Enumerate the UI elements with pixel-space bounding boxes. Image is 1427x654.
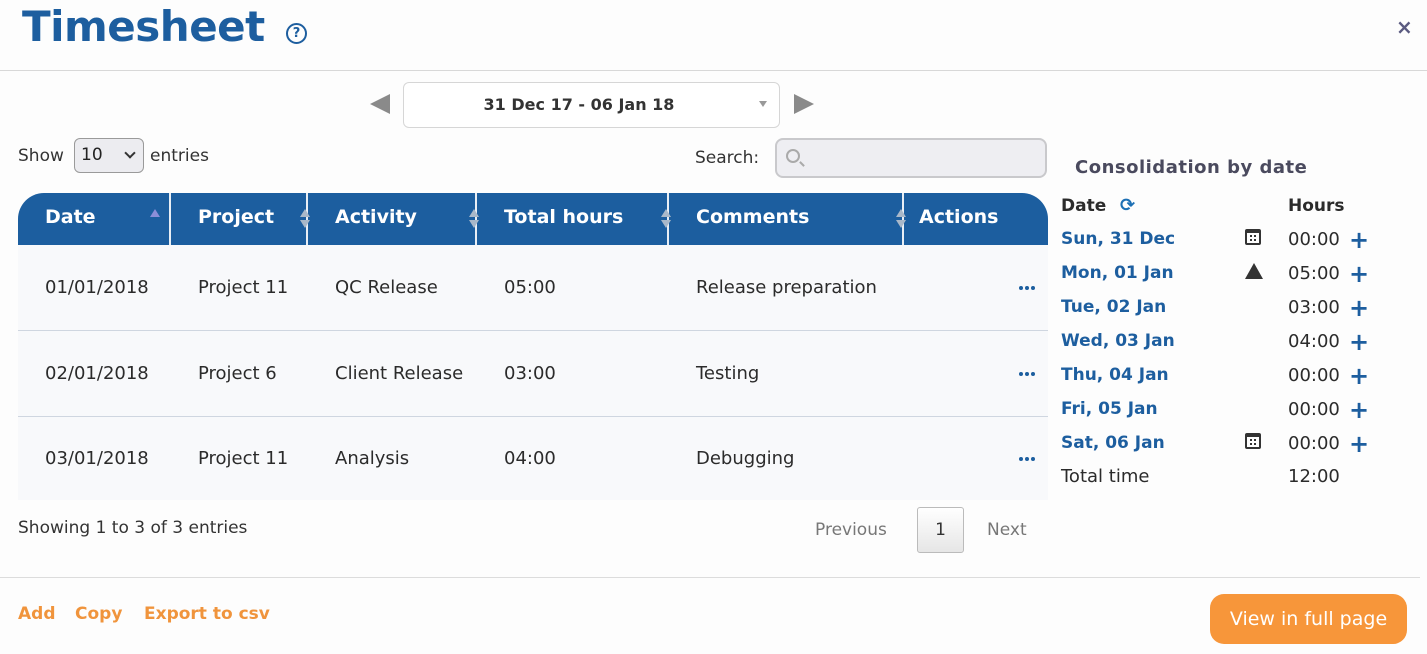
consolidation-row: Sat, 06 Jan 00:00 + bbox=[1061, 430, 1381, 467]
add-time-icon[interactable]: + bbox=[1349, 226, 1369, 254]
consolidation-hours: 00:00 bbox=[1288, 229, 1340, 250]
consolidation-hours: 03:00 bbox=[1288, 297, 1340, 318]
column-header-total-hours[interactable]: Total hours bbox=[477, 193, 671, 245]
previous-week-button[interactable] bbox=[370, 94, 390, 114]
cell-project: Project 6 bbox=[198, 363, 277, 384]
tree-icon bbox=[1245, 263, 1263, 279]
sort-ascending-icon bbox=[150, 209, 160, 217]
column-header-activity[interactable]: Activity bbox=[308, 193, 479, 245]
cell-hours: 05:00 bbox=[504, 277, 556, 298]
close-icon[interactable]: × bbox=[1396, 15, 1413, 39]
consolidation-date-link[interactable]: Wed, 03 Jan bbox=[1061, 331, 1175, 351]
total-time-label: Total time bbox=[1061, 466, 1150, 487]
table-row: 02/01/2018 Project 6 Client Release 03:0… bbox=[18, 331, 1048, 417]
table-info: Showing 1 to 3 of 3 entries bbox=[18, 518, 248, 538]
table-row: 03/01/2018 Project 11 Analysis 04:00 Deb… bbox=[18, 417, 1048, 500]
add-time-icon[interactable]: + bbox=[1349, 260, 1369, 288]
timesheet-table: Date Project Activity Total hours Commen… bbox=[18, 193, 1048, 500]
more-actions-icon[interactable] bbox=[1019, 371, 1048, 376]
cell-comments: Debugging bbox=[696, 448, 795, 469]
footer-divider bbox=[0, 577, 1420, 578]
column-header-project[interactable]: Project bbox=[171, 193, 310, 245]
consolidation-row: Tue, 02 Jan 03:00 + bbox=[1061, 294, 1381, 331]
consolidation-date-link[interactable]: Sun, 31 Dec bbox=[1061, 229, 1175, 249]
add-link[interactable]: Add bbox=[18, 604, 56, 624]
cell-hours: 03:00 bbox=[504, 363, 556, 384]
add-time-icon[interactable]: + bbox=[1349, 396, 1369, 424]
cell-comments: Release preparation bbox=[696, 277, 877, 298]
table-header: Date Project Activity Total hours Commen… bbox=[18, 193, 1048, 245]
column-header-date[interactable]: Date bbox=[18, 193, 171, 245]
more-actions-icon[interactable] bbox=[1019, 285, 1048, 290]
consolidation-hours: 04:00 bbox=[1288, 331, 1340, 352]
cell-activity: Analysis bbox=[335, 448, 410, 469]
entries-length-select[interactable]: 10 bbox=[74, 138, 144, 173]
cell-date: 03/01/2018 bbox=[45, 448, 149, 469]
help-icon[interactable]: ? bbox=[286, 23, 307, 44]
cell-project: Project 11 bbox=[198, 277, 289, 298]
export-csv-link[interactable]: Export to csv bbox=[144, 604, 270, 624]
show-label: Show bbox=[18, 146, 64, 166]
consolidation-hours: 00:00 bbox=[1288, 399, 1340, 420]
entries-label: entries bbox=[150, 146, 209, 166]
consolidation-title: Consolidation by date bbox=[1075, 157, 1308, 178]
consolidation-date-link[interactable]: Fri, 05 Jan bbox=[1061, 399, 1158, 419]
search-input[interactable] bbox=[775, 138, 1047, 178]
consolidation-date-link[interactable]: Sat, 06 Jan bbox=[1061, 433, 1165, 453]
view-full-page-button[interactable]: View in full page bbox=[1210, 594, 1407, 644]
consolidation-row: Mon, 01 Jan 05:00 + bbox=[1061, 260, 1381, 297]
add-time-icon[interactable]: + bbox=[1349, 294, 1369, 322]
column-header-comments[interactable]: Comments bbox=[669, 193, 906, 245]
column-header-actions: Actions bbox=[919, 206, 999, 228]
copy-link[interactable]: Copy bbox=[75, 604, 122, 624]
add-time-icon[interactable]: + bbox=[1349, 362, 1369, 390]
add-time-icon[interactable]: + bbox=[1349, 328, 1369, 356]
consolidation-hours: 00:00 bbox=[1288, 365, 1340, 386]
consolidation-row: Sun, 31 Dec 00:00 + bbox=[1061, 226, 1381, 263]
cell-comments: Testing bbox=[696, 363, 760, 384]
cell-project: Project 11 bbox=[198, 448, 289, 469]
table-row: 01/01/2018 Project 11 QC Release 05:00 R… bbox=[18, 245, 1048, 331]
calendar-icon bbox=[1245, 433, 1261, 449]
caret-down-icon bbox=[759, 101, 767, 107]
pagination-next[interactable]: Next bbox=[987, 520, 1027, 540]
total-time-value: 12:00 bbox=[1288, 466, 1340, 487]
consolidation-row: Thu, 04 Jan 00:00 + bbox=[1061, 362, 1381, 399]
consolidation-hours: 00:00 bbox=[1288, 433, 1340, 454]
cell-hours: 04:00 bbox=[504, 448, 556, 469]
pagination-page-1[interactable]: 1 bbox=[917, 507, 964, 553]
cell-activity: QC Release bbox=[335, 277, 438, 298]
pagination-previous[interactable]: Previous bbox=[815, 520, 887, 540]
more-actions-icon[interactable] bbox=[1019, 456, 1048, 461]
cell-date: 01/01/2018 bbox=[45, 277, 149, 298]
cell-activity: Client Release bbox=[335, 363, 464, 384]
page-title: Timesheet bbox=[22, 2, 265, 51]
consolidation-row: Fri, 05 Jan 00:00 + bbox=[1061, 396, 1381, 433]
calendar-icon bbox=[1245, 229, 1261, 245]
add-time-icon[interactable]: + bbox=[1349, 430, 1369, 458]
header-divider bbox=[0, 70, 1427, 71]
consolidation-hours-header: Hours bbox=[1288, 196, 1345, 216]
week-label: 31 Dec 17 - 06 Jan 18 bbox=[483, 95, 675, 114]
week-select[interactable]: 31 Dec 17 - 06 Jan 18 bbox=[403, 82, 780, 128]
consolidation-hours: 05:00 bbox=[1288, 263, 1340, 284]
search-icon bbox=[786, 149, 800, 163]
next-week-button[interactable] bbox=[794, 94, 814, 114]
consolidation-date-link[interactable]: Tue, 02 Jan bbox=[1061, 297, 1166, 317]
refresh-icon[interactable]: ⟳ bbox=[1120, 195, 1135, 216]
consolidation-row: Wed, 03 Jan 04:00 + bbox=[1061, 328, 1381, 365]
cell-date: 02/01/2018 bbox=[45, 363, 149, 384]
consolidation-date-header: Date bbox=[1061, 196, 1107, 216]
chevron-down-icon bbox=[124, 147, 136, 159]
entries-length-value: 10 bbox=[81, 145, 103, 165]
consolidation-date-link[interactable]: Mon, 01 Jan bbox=[1061, 263, 1174, 283]
search-label: Search: bbox=[695, 148, 760, 168]
consolidation-date-link[interactable]: Thu, 04 Jan bbox=[1061, 365, 1169, 385]
